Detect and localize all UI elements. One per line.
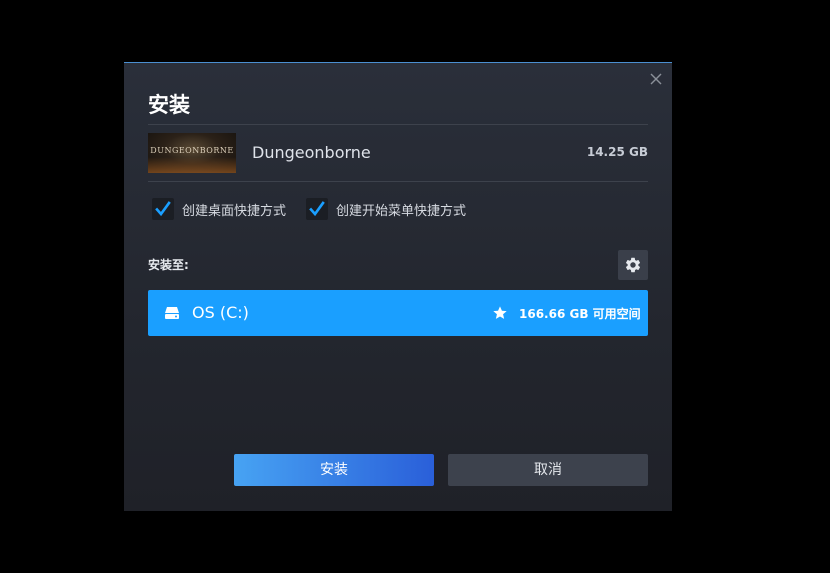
divider	[148, 124, 648, 125]
install-location-label: 安装至:	[148, 258, 189, 272]
cancel-button[interactable]: 取消	[448, 454, 648, 486]
desktop-shortcut-label: 创建桌面快捷方式	[182, 203, 287, 219]
drive-option-c[interactable]: OS (C:) 166.66 GB 可用空间	[148, 290, 648, 336]
start-menu-shortcut-option[interactable]: 创建开始菜单快捷方式	[306, 198, 466, 220]
start-menu-shortcut-checkbox[interactable]	[306, 198, 329, 220]
checkmark-icon	[155, 201, 171, 217]
drive-free-space: 166.66 GB 可用空间	[519, 307, 641, 321]
star-icon	[493, 306, 507, 319]
drive-icon	[165, 307, 179, 319]
game-size: 14.25 GB	[586, 145, 648, 159]
game-name: Dungeonborne	[252, 143, 371, 162]
desktop-shortcut-checkbox[interactable]	[152, 198, 174, 220]
install-dialog: 安装 DUNGEONBORNE Dungeonborne 14.25 GB 创建…	[124, 62, 672, 511]
storage-settings-button[interactable]	[618, 250, 648, 280]
start-menu-shortcut-label: 创建开始菜单快捷方式	[336, 203, 467, 219]
checkmark-icon	[309, 201, 325, 217]
divider	[148, 181, 648, 182]
install-button[interactable]: 安装	[234, 454, 434, 486]
game-row: DUNGEONBORNE Dungeonborne 14.25 GB	[148, 133, 648, 173]
shortcut-options: 创建桌面快捷方式 创建开始菜单快捷方式	[152, 198, 486, 220]
desktop-shortcut-option[interactable]: 创建桌面快捷方式	[152, 198, 286, 220]
close-icon	[650, 73, 662, 85]
drive-name: OS (C:)	[192, 303, 249, 322]
game-thumbnail: DUNGEONBORNE	[148, 133, 236, 173]
close-button[interactable]	[648, 71, 664, 87]
gear-icon	[625, 257, 641, 273]
thumbnail-glow	[148, 157, 236, 173]
thumbnail-logo: DUNGEONBORNE	[150, 146, 234, 155]
dialog-title: 安装	[148, 93, 190, 117]
